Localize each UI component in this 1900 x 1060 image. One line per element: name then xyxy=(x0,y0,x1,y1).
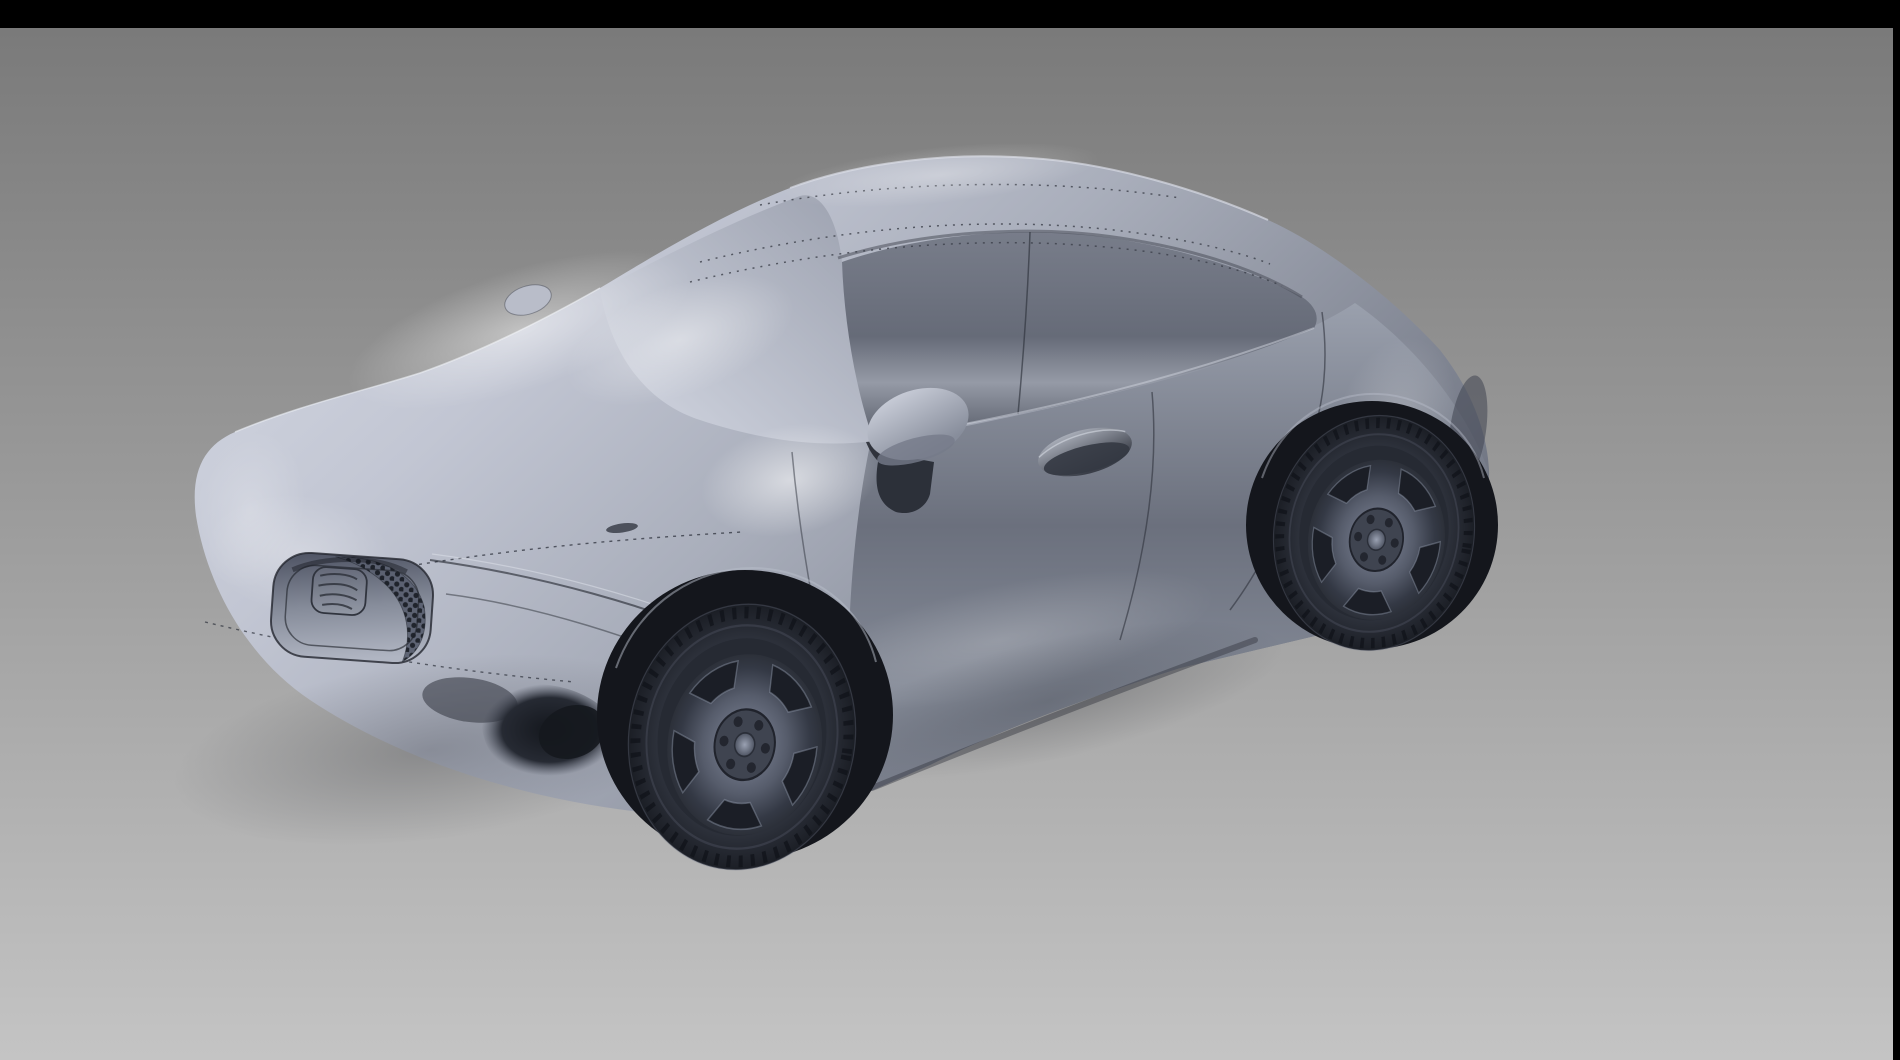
application-window xyxy=(0,0,1900,1060)
front-grille xyxy=(269,551,436,666)
right-black-bar xyxy=(1893,0,1900,1060)
top-black-bar xyxy=(0,0,1900,28)
s-logo-icon xyxy=(311,566,368,616)
3d-viewport[interactable] xyxy=(0,0,1900,1060)
